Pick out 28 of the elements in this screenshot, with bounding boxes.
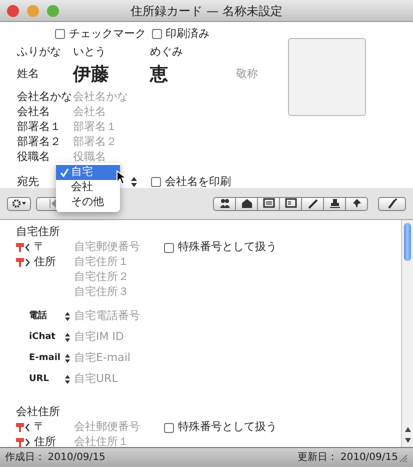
section-title: 会社住所	[16, 404, 61, 420]
field-label: iChat	[28, 330, 56, 344]
field-label: E-mail	[28, 352, 62, 365]
field-label: 〒	[34, 419, 46, 436]
field-label: 姓名	[17, 66, 40, 82]
checkbox-label: 印刷済み	[166, 26, 210, 42]
status-label: 作成日：	[5, 450, 45, 465]
field-label: 住所	[34, 434, 57, 447]
field-label: ふりがな	[17, 44, 62, 60]
status-label: 更新日：	[298, 450, 338, 465]
field-label: 役職名	[17, 149, 51, 166]
checkbox-label: 特殊番号として扱う	[178, 419, 277, 436]
field-label: 電話	[28, 310, 48, 323]
checkbox-label: チェックマーク	[69, 26, 146, 42]
field-label: 宛先	[17, 174, 40, 190]
field-label: 〒	[34, 239, 46, 256]
checkbox-label: 特殊番号として扱う	[178, 239, 277, 256]
status-date: 2010/09/15	[48, 451, 106, 465]
field-label: URL	[28, 372, 50, 386]
field-label: 住所	[34, 254, 57, 270]
field-label: 部署名２	[17, 134, 62, 150]
section-title: 自宅住所	[16, 224, 61, 240]
status-date: 2010/09/15	[340, 451, 398, 465]
window-title: 住所録カード — 名称未設定	[130, 2, 284, 20]
checkbox-label: 会社名を印刷	[165, 174, 231, 190]
field-label: 会社名	[17, 104, 51, 120]
field-label: 部署名１	[17, 119, 62, 136]
field-label: 会社名かな	[17, 89, 73, 106]
